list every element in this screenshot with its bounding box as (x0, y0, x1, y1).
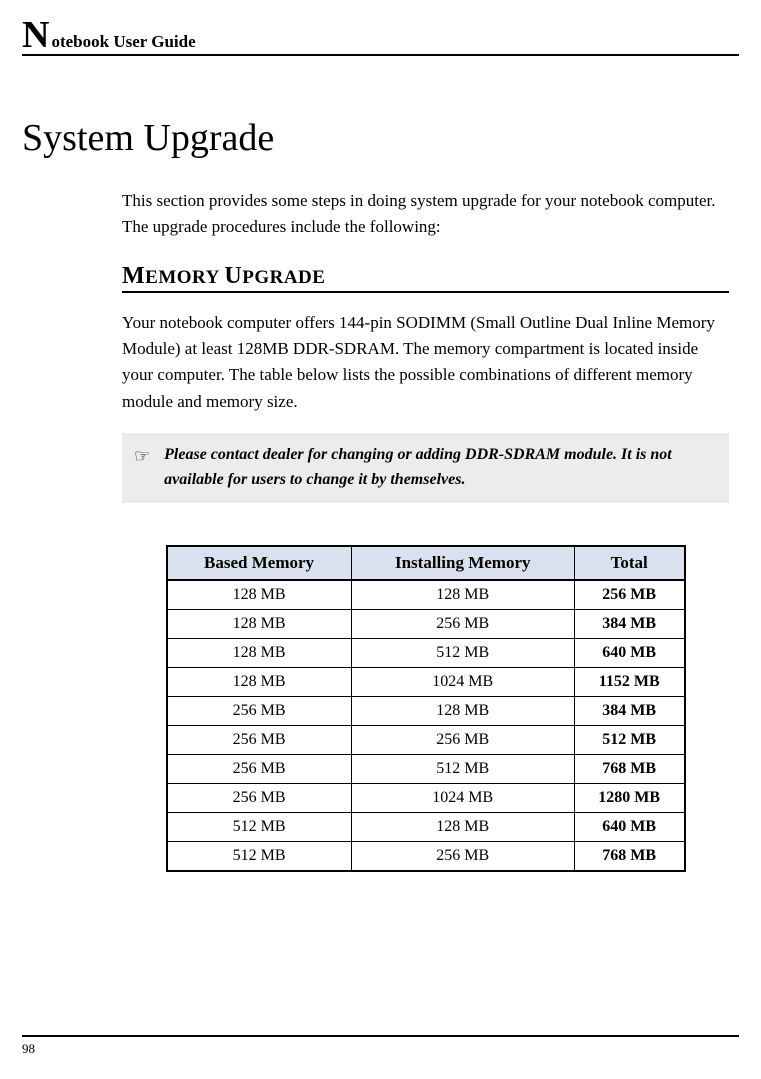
table-header-row: Based Memory Installing Memory Total (167, 546, 685, 580)
cell-installing: 128 MB (351, 580, 574, 610)
cell-total: 1152 MB (574, 667, 684, 696)
cell-based: 128 MB (167, 580, 352, 610)
body-paragraph: Your notebook computer offers 144-pin SO… (122, 310, 729, 415)
cell-installing: 512 MB (351, 754, 574, 783)
section-rest-2: PGRADE (242, 267, 325, 288)
cell-based: 256 MB (167, 783, 352, 812)
cell-installing: 256 MB (351, 609, 574, 638)
intro-paragraph: This section provides some steps in doin… (122, 188, 729, 241)
cell-total: 384 MB (574, 696, 684, 725)
section-cap-1: M (122, 263, 145, 289)
cell-based: 128 MB (167, 609, 352, 638)
cell-installing: 128 MB (351, 812, 574, 841)
cell-total: 768 MB (574, 841, 684, 871)
cell-installing: 512 MB (351, 638, 574, 667)
col-total: Total (574, 546, 684, 580)
table-row: 128 MB256 MB384 MB (167, 609, 685, 638)
table-row: 256 MB1024 MB1280 MB (167, 783, 685, 812)
table-row: 128 MB512 MB640 MB (167, 638, 685, 667)
header-dropcap: N (22, 20, 49, 50)
cell-installing: 256 MB (351, 725, 574, 754)
cell-total: 256 MB (574, 580, 684, 610)
section-cap-2: U (224, 263, 242, 289)
cell-based: 128 MB (167, 667, 352, 696)
cell-total: 640 MB (574, 812, 684, 841)
page-number: 98 (22, 1041, 35, 1056)
pointing-hand-icon: ☞ (134, 443, 150, 493)
cell-total: 512 MB (574, 725, 684, 754)
cell-based: 512 MB (167, 841, 352, 871)
cell-total: 1280 MB (574, 783, 684, 812)
table-row: 256 MB128 MB384 MB (167, 696, 685, 725)
table-row: 128 MB1024 MB1152 MB (167, 667, 685, 696)
cell-installing: 1024 MB (351, 783, 574, 812)
table-row: 256 MB512 MB768 MB (167, 754, 685, 783)
table-row: 256 MB256 MB512 MB (167, 725, 685, 754)
section-rest-1: EMORY (145, 267, 224, 288)
section-heading-memory-upgrade: MEMORY UPGRADE (122, 263, 729, 293)
cell-total: 384 MB (574, 609, 684, 638)
cell-based: 256 MB (167, 696, 352, 725)
page-footer: 98 (22, 1035, 739, 1057)
cell-installing: 256 MB (351, 841, 574, 871)
memory-table: Based Memory Installing Memory Total 128… (166, 545, 686, 872)
note-box: ☞ Please contact dealer for changing or … (122, 433, 729, 503)
cell-total: 640 MB (574, 638, 684, 667)
cell-based: 256 MB (167, 725, 352, 754)
note-text: Please contact dealer for changing or ad… (164, 443, 717, 493)
table-row: 512 MB128 MB640 MB (167, 812, 685, 841)
table-row: 512 MB256 MB768 MB (167, 841, 685, 871)
cell-based: 256 MB (167, 754, 352, 783)
header-rest: otebook User Guide (51, 32, 195, 52)
col-based-memory: Based Memory (167, 546, 352, 580)
cell-total: 768 MB (574, 754, 684, 783)
table-row: 128 MB128 MB256 MB (167, 580, 685, 610)
col-installing-memory: Installing Memory (351, 546, 574, 580)
cell-installing: 1024 MB (351, 667, 574, 696)
cell-based: 512 MB (167, 812, 352, 841)
running-header: N otebook User Guide (22, 20, 739, 56)
cell-based: 128 MB (167, 638, 352, 667)
page-title: System Upgrade (22, 116, 739, 160)
cell-installing: 128 MB (351, 696, 574, 725)
